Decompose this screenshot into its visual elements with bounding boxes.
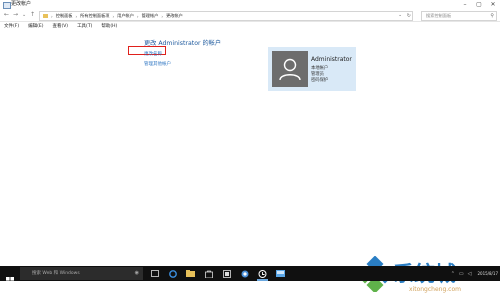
control-panel-icon[interactable]: [276, 269, 285, 278]
user-card: Administrator 本地帐户 管理员 密码保护: [268, 47, 356, 91]
maximize-icon[interactable]: ▢: [472, 0, 486, 10]
menu-view[interactable]: 查看(V): [52, 22, 68, 31]
search-input[interactable]: 搜索控制面板 ⚲: [421, 11, 497, 21]
breadcrumb-all-items[interactable]: 所有控制面板项: [80, 13, 109, 19]
task-view-icon[interactable]: [150, 269, 159, 278]
change-name-link[interactable]: 更改名称: [144, 51, 162, 57]
edge-icon[interactable]: [168, 269, 177, 278]
clock-date: 2015/8/17: [477, 271, 498, 276]
minimize-icon[interactable]: –: [458, 0, 472, 10]
up-arrow-icon[interactable]: ↑: [30, 11, 35, 19]
taskbar-search-text: 搜索 Web 和 Windows: [32, 271, 80, 276]
control-panel-app-icon: [3, 2, 11, 9]
recent-locations-icon[interactable]: ⌄: [22, 11, 26, 19]
close-icon[interactable]: ✕: [486, 0, 500, 10]
chevron-down-icon[interactable]: ⌄: [398, 12, 402, 20]
forward-arrow-icon[interactable]: →: [13, 11, 18, 19]
search-placeholder: 搜索控制面板: [426, 13, 452, 18]
breadcrumb-control-panel[interactable]: 控制面板: [56, 13, 73, 19]
back-arrow-icon[interactable]: ←: [4, 11, 9, 19]
network-icon[interactable]: ▭: [459, 271, 464, 277]
settings-icon[interactable]: [222, 269, 231, 278]
taskbar: 搜索 Web 和 Windows ◉ ⌃ ▭ ◁ 2015/8/17: [0, 266, 500, 285]
breadcrumb-folder-icon: [43, 14, 48, 18]
window-controls: – ▢ ✕: [458, 0, 500, 10]
windows-start-icon[interactable]: [6, 270, 14, 289]
user-name: Administrator: [311, 56, 352, 63]
clock[interactable]: 2015/8/17: [477, 271, 498, 276]
title-bar: 更改帐户 – ▢ ✕: [0, 0, 500, 10]
browser-icon[interactable]: [240, 269, 249, 278]
address-row: ← → ⌄ ↑ › 控制面板 › 所有控制面板项 › 用户帐户 › 管理帐户 ›…: [0, 10, 500, 22]
menu-edit[interactable]: 编辑(E): [28, 22, 43, 31]
change-account-window-icon[interactable]: [258, 269, 267, 278]
breadcrumb-manage-accounts[interactable]: 管理帐户: [142, 13, 159, 19]
user-password-status: 密码保护: [311, 78, 329, 83]
microphone-icon[interactable]: ◉: [135, 267, 139, 280]
breadcrumb-user-accounts[interactable]: 用户帐户: [117, 13, 134, 19]
file-explorer-icon[interactable]: [186, 269, 195, 278]
address-bar[interactable]: › 控制面板 › 所有控制面板项 › 用户帐户 › 管理帐户 › 更改帐户 ⌄ …: [39, 11, 413, 21]
store-icon[interactable]: [204, 269, 213, 278]
refresh-icon[interactable]: ↻: [407, 12, 411, 20]
watermark-url: xitongcheng.com: [409, 286, 461, 293]
menu-help[interactable]: 帮助(H): [101, 22, 117, 31]
manage-other-accounts-link[interactable]: 管理其他帐户: [144, 61, 171, 67]
menu-tools[interactable]: 工具(T): [77, 22, 92, 31]
user-icon: [279, 58, 301, 81]
breadcrumb: › 控制面板 › 所有控制面板项 › 用户帐户 › 管理帐户 › 更改帐户: [43, 12, 183, 20]
main-content: 更改 Administrator 的帐户 更改名称 管理其他帐户 Adminis…: [0, 31, 500, 293]
avatar: [272, 51, 308, 87]
menu-bar: 文件(F) 编辑(E) 查看(V) 工具(T) 帮助(H): [0, 22, 126, 31]
system-tray: ⌃ ▭ ◁ 2015/8/17: [447, 266, 498, 281]
taskbar-search-box[interactable]: 搜索 Web 和 Windows ◉: [20, 267, 143, 280]
volume-icon[interactable]: ◁: [468, 271, 472, 277]
search-icon[interactable]: ⚲: [490, 12, 494, 20]
window-title: 更改帐户: [11, 1, 32, 7]
breadcrumb-change-account[interactable]: 更改帐户: [166, 13, 183, 19]
tray-chevron-icon[interactable]: ⌃: [451, 271, 455, 277]
menu-file[interactable]: 文件(F): [4, 22, 19, 31]
